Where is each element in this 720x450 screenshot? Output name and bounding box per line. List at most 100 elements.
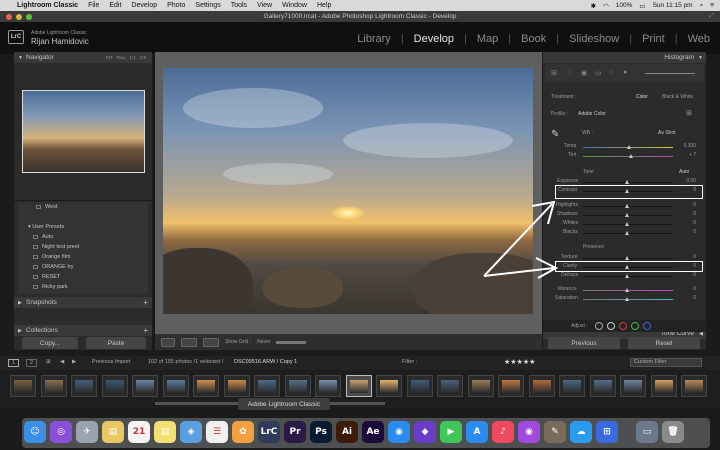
saturation-knob[interactable] <box>625 297 629 301</box>
filmstrip-thumbnail[interactable] <box>620 375 646 397</box>
spot-removal-icon[interactable]: ◌ <box>567 69 571 76</box>
dock-facetime-icon[interactable]: ▶ <box>440 421 462 443</box>
preset-reset[interactable]: RESET <box>33 274 60 280</box>
preset-night[interactable]: Night test preet <box>33 244 79 250</box>
zoom-1-1[interactable]: 1:1 <box>129 55 135 60</box>
custom-filter-select[interactable]: Custom Filter <box>630 358 702 367</box>
paste-button[interactable]: Paste <box>86 337 146 349</box>
filmstrip-thumbnail[interactable] <box>162 375 189 397</box>
filmstrip-thumbnail[interactable] <box>589 375 616 397</box>
filmstrip-thumbnail[interactable] <box>101 375 128 397</box>
menu-photo[interactable]: Photo <box>167 2 185 9</box>
adjust-blue-icon[interactable] <box>643 322 651 330</box>
dock-finder-icon[interactable]: ☺ <box>24 421 46 443</box>
user-presets-folder[interactable]: ▾ User Presets <box>28 224 64 230</box>
shadows-knob[interactable] <box>625 213 629 217</box>
source-label[interactable]: Previous Import <box>92 359 131 365</box>
adjust-green-icon[interactable] <box>631 322 639 330</box>
before-after-icon[interactable] <box>181 337 197 347</box>
dock-notes-icon[interactable]: ▤ <box>102 421 124 443</box>
navigator-preview[interactable] <box>22 90 145 173</box>
navigator-header[interactable]: ▼ Navigator FIT FILL 1:1 1:8 <box>14 52 152 63</box>
back-arrow-icon[interactable]: ◀ <box>60 359 64 365</box>
zoom-fit[interactable]: FIT <box>106 55 113 60</box>
whites-value[interactable]: 0 <box>676 220 696 226</box>
filmstrip-thumbnail[interactable] <box>437 375 463 397</box>
filmstrip-thumbnail[interactable] <box>559 375 585 397</box>
filmstrip-thumbnail[interactable] <box>254 375 280 397</box>
adjustment-brush-icon[interactable]: ● <box>623 69 627 76</box>
adjust-all-icon[interactable] <box>595 322 603 330</box>
filmstrip-thumbnail[interactable] <box>345 375 372 397</box>
add-collection-icon[interactable]: + <box>143 326 148 335</box>
range-slider[interactable] <box>645 73 695 74</box>
snapshots-header[interactable]: ▶ Snapshots + <box>14 297 152 308</box>
dock-lrc-icon[interactable]: LrC <box>258 421 280 443</box>
tint-knob[interactable] <box>629 154 633 158</box>
dock-screen-icon[interactable]: ▭ <box>636 421 658 443</box>
filmstrip-thumbnail[interactable] <box>223 375 250 397</box>
forward-arrow-icon[interactable]: ▶ <box>72 359 76 365</box>
dock-reminders-icon[interactable]: ☰ <box>206 421 228 443</box>
loupe-view-icon[interactable] <box>161 337 175 347</box>
preset-auto[interactable]: Auto <box>33 234 53 240</box>
highlights-value[interactable]: 0 <box>676 202 696 208</box>
grid-slider[interactable] <box>276 340 307 344</box>
dock-ps-icon[interactable]: Ps <box>310 421 332 443</box>
whites-knob[interactable] <box>625 222 629 226</box>
graduated-filter-icon[interactable]: ▭ <box>595 69 602 77</box>
copy-button[interactable]: Copy... <box>22 337 78 349</box>
menu-app-name[interactable]: Lightroom Classic <box>17 2 78 9</box>
wifi-icon[interactable]: ◠ <box>603 2 609 10</box>
radial-filter-icon[interactable]: ○ <box>609 69 613 76</box>
filmstrip-thumbnail[interactable] <box>467 375 494 397</box>
battery-icon[interactable]: ▭ <box>639 2 645 10</box>
dock-keychain-icon[interactable]: ✎ <box>544 421 566 443</box>
grid-view-icon[interactable]: ⊞ <box>46 359 51 365</box>
reset-button[interactable]: Reset <box>628 337 700 349</box>
dock-messages-icon[interactable]: ☁ <box>570 421 592 443</box>
dehaze-knob[interactable] <box>625 274 629 278</box>
exposure-knob[interactable] <box>625 180 629 184</box>
filmstrip-thumbnail[interactable] <box>315 375 341 397</box>
module-book[interactable]: Book <box>521 33 546 45</box>
module-web[interactable]: Web <box>688 33 710 45</box>
module-map[interactable]: Map <box>477 33 498 45</box>
preset-west[interactable]: West <box>36 204 57 210</box>
filmstrip-thumbnail[interactable] <box>681 375 707 397</box>
treatment-color[interactable]: Color <box>636 94 648 100</box>
dock-music-icon[interactable]: ♪ <box>492 421 514 443</box>
compare-icon[interactable] <box>203 337 219 347</box>
filmstrip-thumbnail[interactable] <box>284 375 311 397</box>
menu-tools[interactable]: Tools <box>231 2 247 9</box>
menu-edit[interactable]: Edit <box>109 2 121 9</box>
texture-value[interactable]: 0 <box>676 254 696 260</box>
highlights-knob[interactable] <box>625 204 629 208</box>
filmstrip-thumbnail[interactable] <box>406 375 433 397</box>
collections-header[interactable]: ▶ Collections + <box>14 325 152 336</box>
module-develop[interactable]: Develop <box>414 33 454 45</box>
histogram-header[interactable]: Histogram ▼ <box>543 52 706 63</box>
dock-zoom-icon[interactable]: ◉ <box>388 421 410 443</box>
wb-value[interactable]: As Shot <box>658 130 676 136</box>
dock-trash-icon[interactable]: 🗑 <box>662 421 684 443</box>
search-icon[interactable]: ⌕ <box>700 2 704 10</box>
menu-file[interactable]: File <box>88 2 99 9</box>
preset-orange-try[interactable]: ORANGE try <box>33 264 73 270</box>
control-center-icon[interactable]: ≡ <box>710 2 714 9</box>
filmstrip-thumbnail[interactable] <box>10 375 36 397</box>
show-grid-select[interactable]: Never <box>257 339 270 345</box>
menu-settings[interactable]: Settings <box>195 2 220 9</box>
profile-value[interactable]: Adobe Color <box>578 111 606 117</box>
dock-pr-icon[interactable]: Pr <box>284 421 306 443</box>
dock-launchpad-icon[interactable]: ✈ <box>76 421 98 443</box>
treatment-bw[interactable]: Black & White <box>662 94 693 100</box>
zoom-fill[interactable]: FILL <box>116 55 125 60</box>
filmstrip-thumbnail[interactable] <box>650 375 677 397</box>
preset-ricky-park[interactable]: Ricky park <box>33 284 68 290</box>
dock-podcasts-icon[interactable]: ◉ <box>518 421 540 443</box>
tint-slider[interactable] <box>583 156 673 157</box>
filmstrip-thumbnail[interactable] <box>498 375 524 397</box>
profile-browser-icon[interactable]: ⊞ <box>686 109 692 117</box>
dehaze-value[interactable]: 0 <box>676 272 696 278</box>
